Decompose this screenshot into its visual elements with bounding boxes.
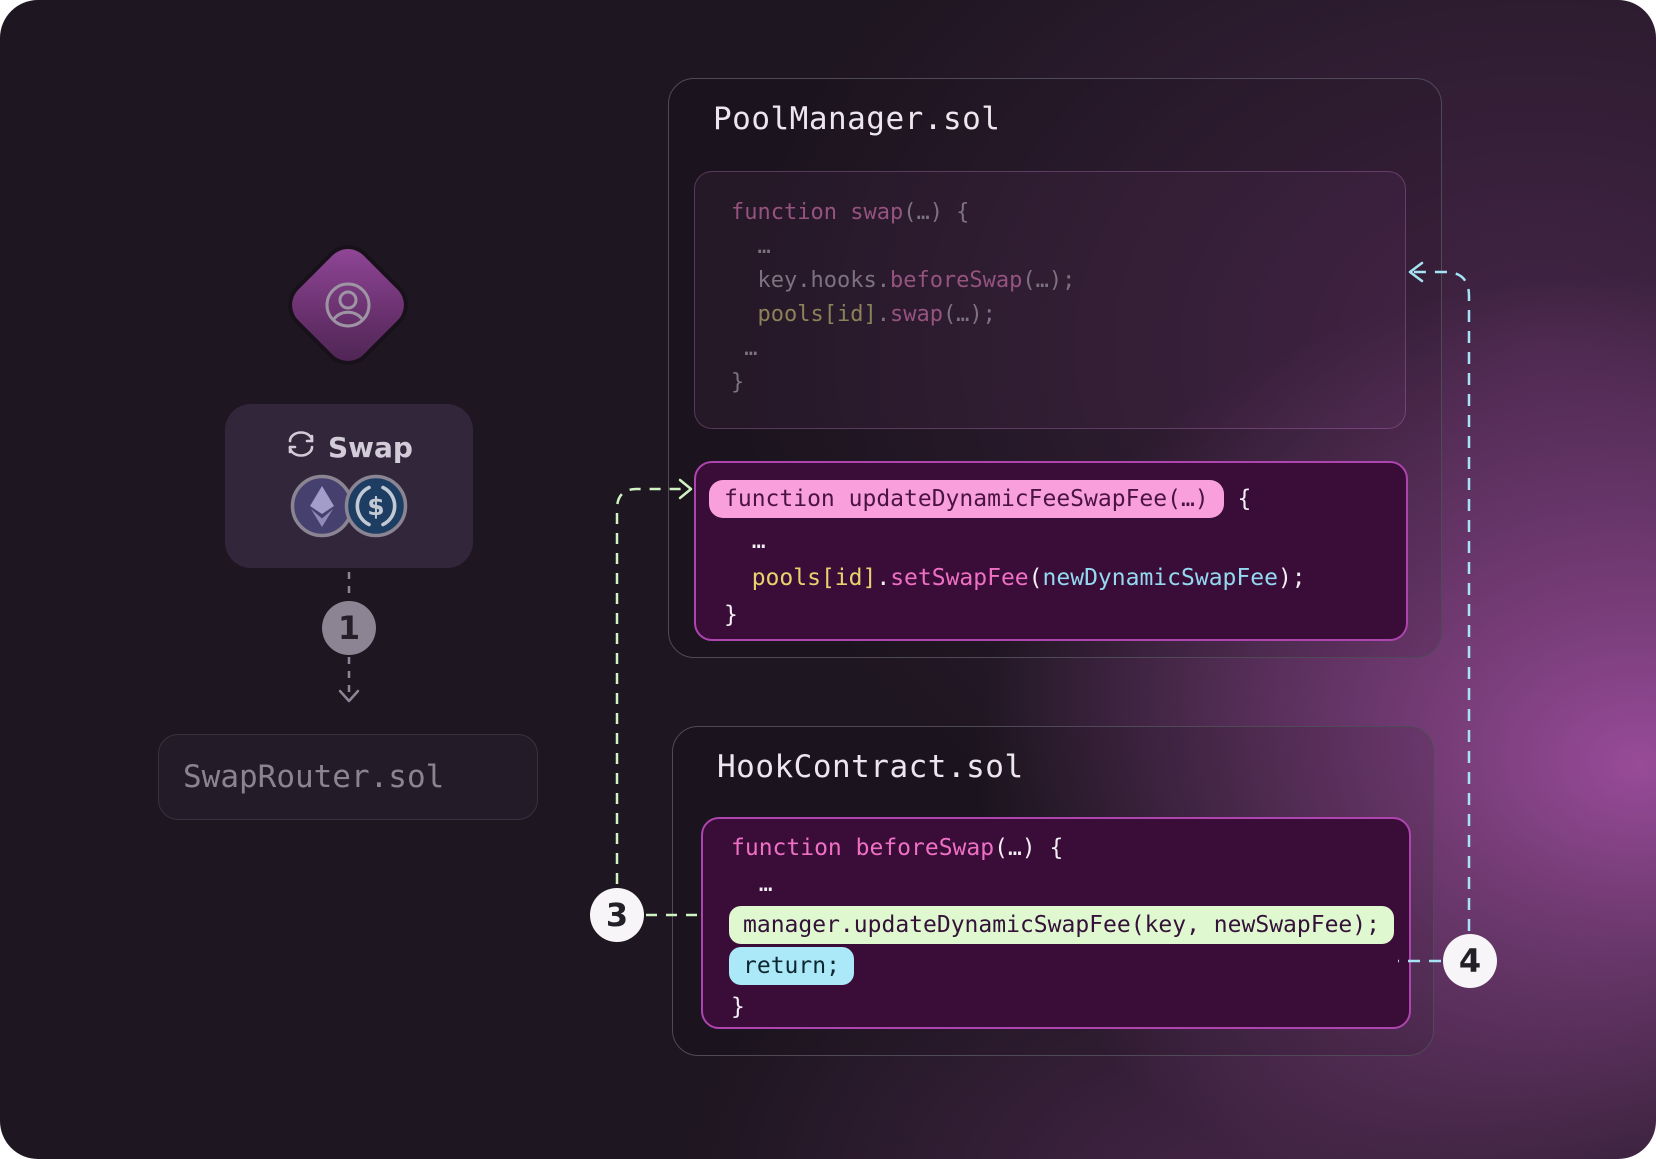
user-icon: [316, 273, 380, 337]
code-line: return;: [731, 948, 1381, 984]
step-3-number: 3: [606, 896, 628, 934]
hook-contract-title: HookContract.sol: [717, 749, 1024, 785]
code-line: }: [731, 366, 1369, 400]
code-line: }: [724, 597, 1378, 634]
code-line: pools[id].setSwapFee(newDynamicSwapFee);: [724, 560, 1378, 597]
swap-card: Swap $: [225, 404, 473, 568]
step-4-badge: 4: [1443, 934, 1497, 988]
step-1-badge: 1: [322, 601, 376, 655]
code-line: …: [731, 332, 1369, 366]
code-line: …: [724, 523, 1378, 560]
code-line: …: [731, 230, 1369, 264]
code-line: function updateDynamicFeeSwapFee(…) {: [724, 481, 1378, 518]
hook-contract-panel: HookContract.sol function beforeSwap(…) …: [672, 726, 1434, 1056]
step-1-number: 1: [338, 609, 360, 647]
pool-manager-highlight-code: function updateDynamicFeeSwapFee(…) { … …: [694, 461, 1408, 641]
pool-manager-faded-code: function swap(…) { … key.hooks.beforeSwa…: [694, 171, 1406, 429]
code-line: manager.updateDynamicSwapFee(key, newSwa…: [731, 907, 1381, 943]
step-3-badge: 3: [590, 888, 644, 942]
usdc-coin-icon: $: [344, 474, 408, 538]
code-line: key.hooks.beforeSwap(…);: [731, 264, 1369, 298]
svg-text:$: $: [367, 492, 384, 521]
code-line: function swap(…) {: [731, 196, 1369, 230]
code-line: function beforeSwap(…) {: [731, 830, 1381, 866]
swap-label: Swap: [328, 431, 413, 464]
code-line: }: [731, 989, 1381, 1025]
pool-manager-title: PoolManager.sol: [713, 101, 1000, 137]
diagram-canvas: Swap $ 1 3: [0, 0, 1656, 1159]
swap-router-title: SwapRouter.sol: [183, 759, 444, 795]
code-line: …: [731, 866, 1381, 902]
code-line: pools[id].swap(…);: [731, 298, 1369, 332]
swap-arrows-icon: [285, 430, 317, 465]
pool-manager-panel: PoolManager.sol function swap(…) { … key…: [668, 78, 1442, 658]
swap-router-card: SwapRouter.sol: [158, 734, 538, 820]
step-4-number: 4: [1459, 942, 1481, 980]
hook-contract-code: function beforeSwap(…) { … manager.update…: [701, 817, 1411, 1029]
